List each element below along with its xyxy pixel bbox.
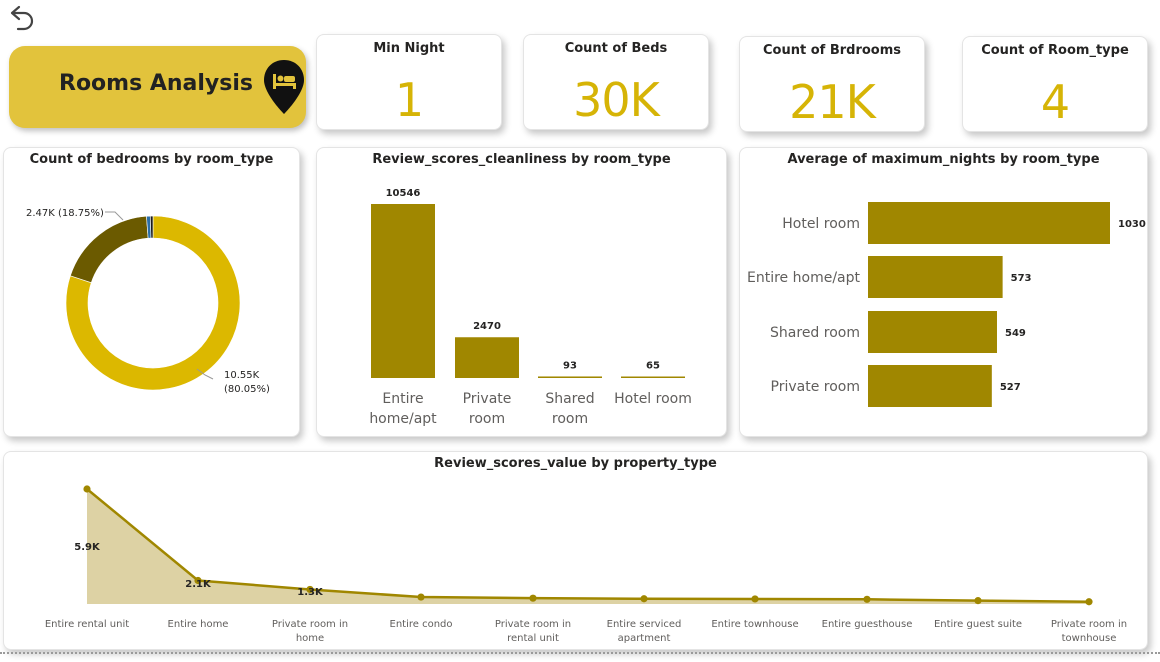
column-chart: 10546 Entire home/apt 2470 Private room 93 Shar… [369,188,692,427]
data-label: 10.55K [224,370,260,381]
kpi-label: Count of Room_type [981,43,1129,58]
data-point [863,595,871,603]
tick-label: Entire guest suite [934,619,1022,630]
tick-label: townhouse [1062,633,1117,644]
data-point [974,597,982,605]
bar [868,311,997,353]
data-label: (80.05%) [224,384,270,395]
tick-label: Shared [545,391,594,407]
series-line [86,488,1090,604]
page-bottom-divider [0,652,1160,654]
value-area-chart-panel[interactable]: Review_scores_value by property_type 5.9… [3,451,1148,650]
kpi-value: 30K [573,73,660,127]
data-point [417,593,425,601]
donut-chart: 2.47K (18.75%) 10.55K (80.05%) [26,208,270,395]
cleanliness-bar-chart-panel[interactable]: Review_scores_cleanliness by room_type 1… [316,147,727,437]
tick-label: Entire serviced [607,619,682,630]
kpi-card-count-of-room-type: Count of Room_type 4 [962,36,1148,132]
data-point [83,485,91,493]
data-label: 549 [1005,328,1026,339]
tick-label: Private room in [272,619,348,630]
data-label: 5.9K [74,542,101,553]
bar [621,376,685,378]
data-label: 65 [646,361,660,372]
tick-label: Private room in [495,619,571,630]
data-label: 2.1K [185,579,212,590]
area-chart: 5.9K 2.1K 1.3K Entire rental unit Entire hom… [45,485,1127,644]
tick-label: Private room [771,379,860,395]
tick-label: Entire townhouse [711,619,798,630]
undo-arrow-icon[interactable] [6,4,36,32]
bar [868,256,1003,298]
data-point [751,595,759,603]
data-point [1085,598,1093,606]
bar [868,202,1110,244]
kpi-label: Count of Brdrooms [762,43,902,58]
donut-slice [149,215,154,239]
data-label: 1.3K [297,587,324,598]
leader-line [105,211,124,221]
kpi-label: Min Night [373,41,445,56]
page-title: Rooms Analysis [59,71,253,96]
bar [538,376,602,378]
tick-label: Hotel room [782,216,860,232]
tick-label: Entire home/apt [747,270,860,286]
tick-label: Entire condo [390,619,453,630]
title-card: Rooms Analysis [9,46,306,128]
data-point [640,595,648,603]
kpi-value: 21K [789,75,876,129]
kpi-card-min-night: Min Night 1 [316,34,502,130]
donut-chart-panel[interactable]: Count of bedrooms by room_type 2.47K (18… [3,147,300,437]
tick-label: Private room in [1051,619,1127,630]
bar [868,365,992,407]
tick-label: room [552,411,588,427]
tick-label: Entire home [168,619,229,630]
tick-label: Entire [382,391,423,407]
tick-label: apartment [618,633,671,644]
tick-label: Entire rental unit [45,619,129,630]
data-label: 93 [563,360,577,371]
tick-label: Hotel room [614,391,692,407]
data-label: 10546 [386,188,421,199]
kpi-value: 1 [394,73,424,127]
data-point [529,594,537,602]
data-label: 2.47K (18.75%) [26,208,104,219]
bar [371,204,435,378]
area-fill [87,489,1089,604]
tick-label: room [469,411,505,427]
tick-label: home/apt [369,411,437,427]
data-label: 527 [1000,382,1021,393]
tick-label: home [296,633,324,644]
data-label: 1030 [1118,219,1146,230]
max-nights-bar-chart-panel[interactable]: Average of maximum_nights by room_type 1… [739,147,1148,437]
bar [455,337,519,378]
bar-chart: 1030 Hotel room 573 Entire home/apt 549 Share… [747,202,1146,407]
bed-location-pin-icon [264,60,304,114]
tick-label: rental unit [507,633,559,644]
data-label: 2470 [473,321,501,332]
kpi-card-count-of-beds: Count of Beds 30K [523,34,709,130]
kpi-value: 4 [1040,75,1070,129]
tick-label: Entire guesthouse [822,619,913,630]
kpi-label: Count of Beds [564,41,668,56]
donut-slice [69,215,149,284]
kpi-card-count-of-bedrooms: Count of Brdrooms 21K [739,36,925,132]
tick-label: Shared room [770,325,860,341]
tick-label: Private [463,391,512,407]
data-label: 573 [1011,273,1032,284]
